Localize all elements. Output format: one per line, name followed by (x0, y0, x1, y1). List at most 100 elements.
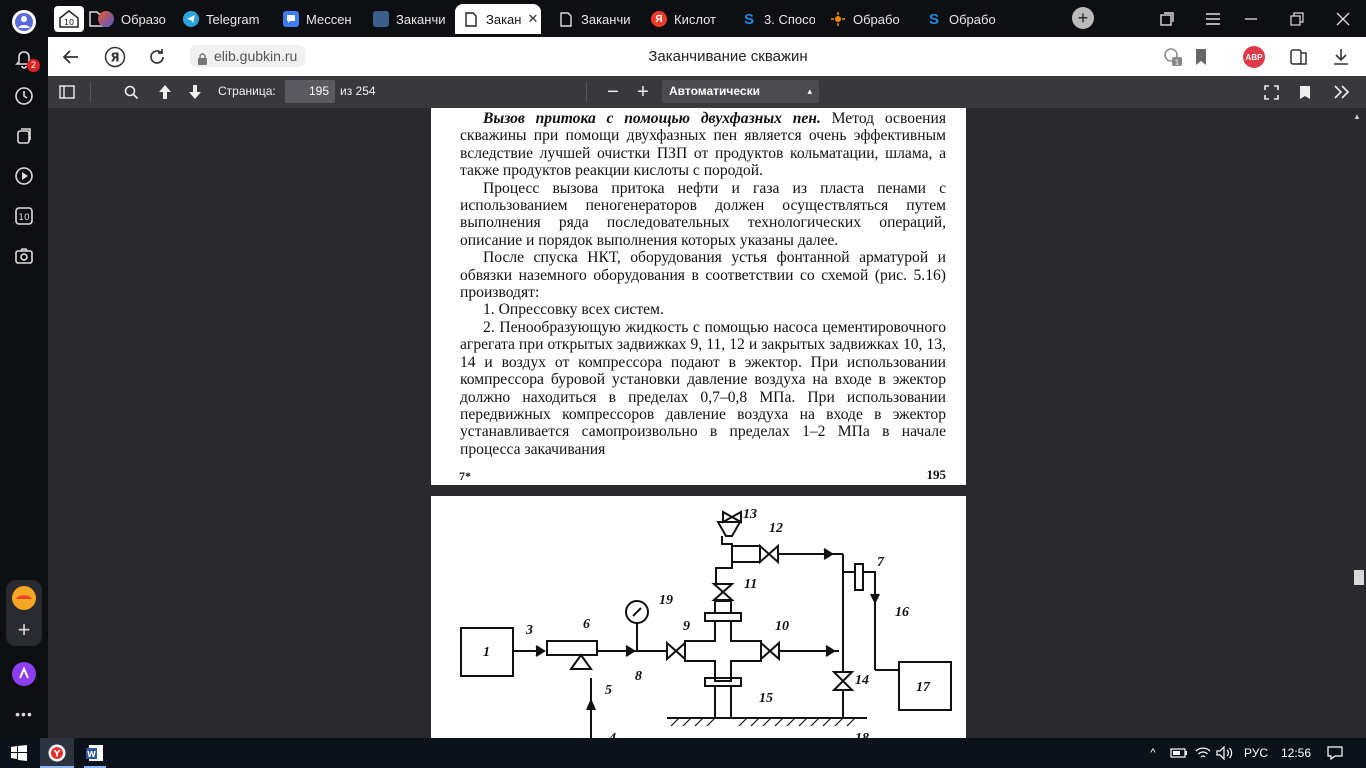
page-number-label: Страница: (218, 84, 276, 98)
yandex-logo-icon[interactable]: Я (104, 46, 126, 68)
restore-window-button[interactable] (1286, 8, 1308, 30)
tab-1[interactable]: Образо (90, 4, 170, 34)
tab-label: Обрабо (853, 11, 900, 27)
add-app-icon[interactable]: + (8, 614, 40, 646)
wifi-icon[interactable] (1192, 742, 1214, 764)
zen-app-icon[interactable] (8, 582, 40, 614)
reload-icon[interactable] (146, 46, 168, 68)
page-number-input[interactable]: 195 (285, 80, 335, 103)
orb-icon (98, 11, 114, 27)
svg-text:Я: Я (110, 51, 119, 65)
url-text: elib.gubkin.ru (214, 48, 298, 64)
tools-chevron-icon[interactable] (1330, 81, 1352, 103)
protect-shield-icon[interactable]: 1 (1162, 46, 1184, 68)
figure-label-19: 19 (659, 593, 673, 608)
more-dots-icon[interactable]: ••• (8, 698, 40, 730)
scroll-up-arrow-icon[interactable]: ▲ (1353, 112, 1361, 121)
alice-assistant-icon[interactable] (8, 658, 40, 690)
document-icon (558, 11, 574, 27)
messenger-icon (283, 11, 299, 27)
svg-text:1: 1 (1175, 59, 1179, 67)
tab-3[interactable]: Мессен (275, 4, 357, 34)
tab-8[interactable]: S 3. Спосо (733, 4, 815, 34)
windows-start-icon[interactable] (8, 742, 30, 764)
close-window-button[interactable] (1332, 8, 1354, 30)
paragraph-3: После спуска НКТ, оборудования устья фон… (460, 249, 946, 302)
equipment-schematic-figure: 1 3 4 5 6 7 8 9 10 11 12 13 14 15 16 17 … (460, 507, 952, 738)
book-icon (373, 11, 389, 27)
tab-10[interactable]: S Обрабо (918, 4, 1006, 34)
address-bar: Я elib.gubkin.ru Заканчивание скважин 1 … (48, 37, 1366, 76)
tab-5[interactable]: Закан ✕ (455, 4, 541, 34)
document-icon (463, 11, 479, 27)
zoom-in-button[interactable]: + (632, 81, 654, 103)
sidebar-toggle-icon[interactable] (56, 81, 78, 103)
video-play-icon[interactable] (8, 160, 40, 192)
paragraph-5: 2. Пенообразующую жидкость с помощью нас… (460, 318, 946, 458)
tab-2[interactable]: Telegram (175, 4, 267, 34)
figure-label-4: 4 (608, 731, 616, 738)
notification-badge: 2 (27, 59, 40, 72)
paragraph-1: Вызов притока с помощью двухфазных пен. … (460, 110, 946, 180)
new-tab-button[interactable]: + (1072, 7, 1094, 29)
input-language-indicator[interactable]: РУС (1244, 746, 1268, 760)
menu-hamburger-icon[interactable] (1202, 8, 1224, 30)
figure-label-12: 12 (769, 521, 783, 536)
collections-icon[interactable] (8, 120, 40, 152)
close-tab-icon[interactable]: ✕ (527, 11, 538, 27)
tab-label: 3. Спосо (764, 11, 815, 27)
bookmark-icon[interactable] (1294, 81, 1316, 103)
download-icon[interactable] (1330, 46, 1352, 68)
tab-7[interactable]: Я Кислот (643, 4, 725, 34)
speaker-volume-icon[interactable] (1214, 742, 1236, 764)
search-icon[interactable] (120, 81, 142, 103)
adblock-icon[interactable]: ABP (1243, 46, 1265, 68)
windows-taskbar: Y W ^ РУС 12:56 (0, 738, 1366, 768)
scroll-thumb[interactable] (1354, 570, 1364, 585)
tab-label: Обрабо (949, 11, 996, 27)
tab-label: Образо (121, 11, 166, 27)
system-clock[interactable]: 12:56 (1281, 746, 1311, 760)
pdf-viewer[interactable]: Вызов притока с помощью двухфазных пен. … (48, 108, 1366, 738)
figure-label-14: 14 (855, 673, 869, 688)
profile-avatar-icon[interactable] (8, 6, 40, 38)
tab-label: Мессен (306, 11, 352, 27)
bookmark-icon[interactable] (1190, 46, 1212, 68)
battery-icon[interactable] (1168, 742, 1190, 764)
svg-text:Y: Y (53, 750, 61, 760)
figure-label-7: 7 (877, 555, 885, 570)
speed-dial-tab-icon[interactable]: 10 (54, 6, 84, 32)
zoom-out-button[interactable]: − (602, 81, 624, 103)
yandex-browser-taskbar-icon[interactable]: Y (46, 742, 68, 764)
tab-6[interactable]: Заканчи (550, 4, 636, 34)
word-taskbar-icon[interactable]: W (84, 742, 106, 764)
minimize-window-button[interactable] (1240, 8, 1262, 30)
toolbar-divider (90, 82, 91, 102)
paragraph-2: Процесс вызова притока нефти и газа из п… (460, 179, 946, 249)
history-clock-icon[interactable] (8, 80, 40, 112)
browser-sidebar: 2 10 + ••• (0, 0, 48, 738)
show-hidden-icons-chevron-icon[interactable]: ^ (1142, 742, 1164, 764)
telegram-icon (183, 11, 199, 27)
pdf-page-195: Вызов притока с помощью двухфазных пен. … (431, 108, 966, 485)
back-arrow-icon[interactable] (60, 46, 82, 68)
url-field[interactable]: elib.gubkin.ru (190, 45, 306, 67)
page-signature: 7* (459, 469, 471, 483)
presentation-mode-icon[interactable] (1260, 81, 1282, 103)
extensions-icon[interactable] (1288, 46, 1310, 68)
tab-switch-icon[interactable] (1156, 8, 1178, 30)
next-page-arrow-icon[interactable] (184, 81, 206, 103)
action-center-icon[interactable] (1324, 742, 1346, 764)
figure-label-8: 8 (635, 669, 642, 684)
figure-label-9: 9 (683, 619, 690, 634)
tab-4[interactable]: Заканчи (365, 4, 447, 34)
svg-text:10: 10 (18, 213, 30, 223)
tab-9[interactable]: Обрабо (822, 4, 910, 34)
viewer-scrollbar[interactable]: ▲ (1350, 108, 1366, 738)
screenshot-camera-icon[interactable] (8, 240, 40, 272)
speed-dial-icon[interactable]: 10 (8, 200, 40, 232)
figure-label-15: 15 (759, 691, 773, 706)
zoom-select[interactable]: Автоматически ▴▾ (662, 80, 819, 119)
s-icon: S (743, 10, 754, 28)
previous-page-arrow-icon[interactable] (154, 81, 176, 103)
